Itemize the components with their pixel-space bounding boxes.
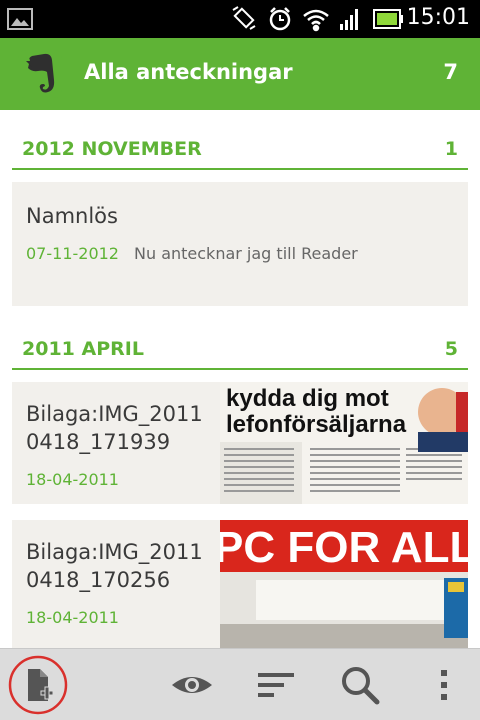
section-count: 1 [444, 138, 458, 160]
section-label: 2012 NOVEMBER [22, 138, 202, 160]
notes-list[interactable]: 2012 NOVEMBER 1 Namnlös 07-11-2012 Nu an… [0, 110, 480, 648]
new-note-icon [28, 669, 54, 701]
note-thumbnail: PC FOR ALLA [214, 520, 480, 648]
section-label: 2011 APRIL [22, 338, 144, 360]
gallery-notification-icon [6, 7, 34, 35]
eye-icon [172, 677, 212, 693]
search-icon [342, 667, 380, 705]
thumb-headline-2: lefonförsäljarna [226, 411, 407, 438]
note-title-line2: 0418_170256 [26, 568, 171, 592]
note-title: Namnlös [26, 204, 118, 228]
overflow-menu-button[interactable] [418, 659, 470, 711]
page-title: Alla anteckningar [84, 60, 293, 84]
note-title-line2: 0418_171939 [26, 430, 171, 454]
view-button[interactable] [166, 659, 218, 711]
wifi-icon [303, 9, 329, 32]
bottom-action-bar [0, 648, 480, 720]
system-icons [232, 6, 408, 32]
battery-icon [373, 9, 403, 29]
list-item[interactable]: Bilaga:IMG_2011 0418_170256 18-04-2011 P… [12, 520, 480, 648]
note-snippet: Nu antecknar jag till Reader [134, 244, 358, 263]
action-bar: Alla anteckningar 7 [0, 38, 480, 110]
note-date: 18-04-2011 [26, 608, 119, 627]
thumb-headline-1: kydda dig mot [226, 385, 389, 412]
search-button[interactable] [334, 659, 386, 711]
clock: 15:01 [406, 5, 470, 30]
new-note-button[interactable] [8, 655, 68, 715]
note-title-line1: Bilaga:IMG_2011 [26, 540, 203, 564]
sort-button[interactable] [250, 659, 302, 711]
section-header: 2012 NOVEMBER 1 [12, 126, 468, 170]
evernote-logo-icon[interactable] [18, 50, 62, 98]
rotation-lock-icon [232, 6, 256, 30]
note-date: 07-11-2012 [26, 244, 119, 263]
note-title-line1: Bilaga:IMG_2011 [26, 402, 203, 426]
alarm-icon [269, 7, 291, 31]
section-header: 2011 APRIL 5 [12, 326, 468, 370]
more-vertical-icon [441, 670, 447, 700]
list-item[interactable]: Namnlös 07-11-2012 Nu antecknar jag till… [12, 182, 468, 306]
section-count: 5 [444, 338, 458, 360]
status-bar: 15:01 [0, 0, 480, 38]
note-count: 7 [443, 60, 458, 84]
note-thumbnail: kydda dig mot lefonförsäljarna [220, 382, 468, 504]
signal-icon [340, 9, 358, 30]
list-item[interactable]: Bilaga:IMG_2011 0418_171939 18-04-2011 k… [12, 382, 468, 504]
thumb-headline: PC FOR ALLA [220, 523, 468, 572]
sort-icon [258, 673, 294, 697]
note-date: 18-04-2011 [26, 470, 119, 489]
